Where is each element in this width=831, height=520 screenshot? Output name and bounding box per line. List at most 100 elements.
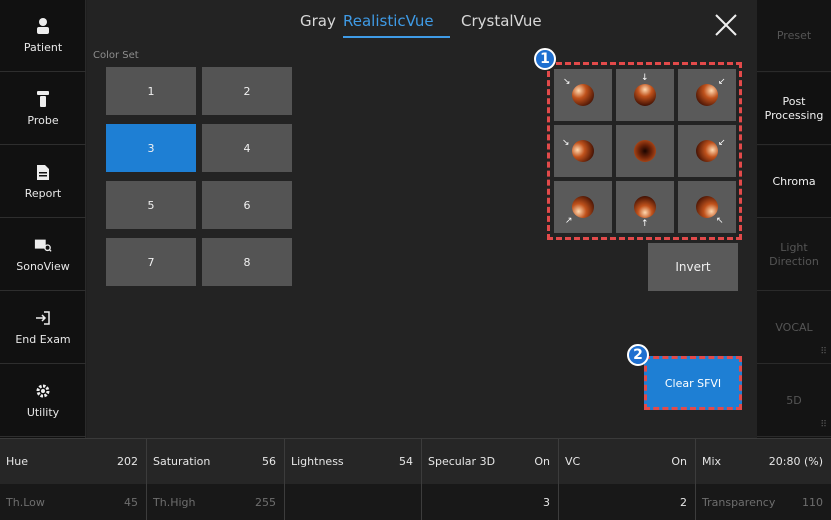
- sidebar-item-label: Utility: [26, 406, 60, 419]
- param-value: 110: [802, 496, 823, 509]
- param-lightness[interactable]: Lightness 54: [285, 439, 422, 484]
- param-vc[interactable]: VC On: [559, 439, 696, 484]
- right-sidebar: Preset Post Processing Chroma Light Dire…: [757, 0, 831, 438]
- param-empty: [285, 484, 422, 520]
- param-label: Th.High: [153, 496, 196, 509]
- light-direction-left[interactable]: ↘: [554, 125, 612, 177]
- sidebar-item-patient[interactable]: Patient: [0, 0, 86, 72]
- param-label: Specular 3D: [428, 455, 496, 468]
- param-label: VC: [565, 455, 581, 468]
- sidebar-item-label: End Exam: [15, 333, 71, 346]
- sidebar-item-label: Patient: [23, 41, 63, 54]
- color-set-button-3[interactable]: 3: [106, 124, 196, 172]
- param-label: Saturation: [153, 455, 211, 468]
- arrow-down-icon: ↓: [641, 73, 649, 83]
- probe-icon: [34, 90, 52, 108]
- sidebar-item-light-direction[interactable]: Light Direction: [757, 219, 831, 291]
- param-th-low[interactable]: Th.Low 45: [0, 484, 147, 520]
- param-label: Mix: [702, 455, 722, 468]
- document-icon: [34, 163, 52, 181]
- light-direction-bottom-right[interactable]: ↖: [678, 181, 736, 233]
- param-value: 3: [543, 496, 550, 509]
- sidebar-item-vocal[interactable]: VOCAL ⠿: [757, 292, 831, 364]
- gear-icon: [34, 382, 52, 400]
- color-set-label: Color Set: [93, 50, 139, 61]
- color-set-button-6[interactable]: 6: [202, 181, 292, 229]
- tab-realisticvue[interactable]: RealisticVue: [343, 12, 434, 30]
- param-label: Transparency: [702, 496, 776, 509]
- param-th-high[interactable]: Th.High 255: [147, 484, 285, 520]
- color-set-button-8[interactable]: 8: [202, 238, 292, 286]
- close-icon[interactable]: [713, 12, 739, 38]
- param-specular-3d-level[interactable]: 3: [422, 484, 559, 520]
- light-direction-bottom-left[interactable]: ↗: [554, 181, 612, 233]
- render-mode-tabs: Gray RealisticVue CrystalVue: [87, 6, 757, 38]
- param-label: Hue: [6, 455, 29, 468]
- sidebar-item-chroma[interactable]: Chroma: [757, 146, 831, 218]
- light-direction-top-left[interactable]: ↘: [554, 69, 612, 121]
- left-sidebar: Patient Probe Report SonoView End Exam U…: [0, 0, 86, 438]
- arrow-up-right-icon: ↗: [565, 216, 573, 226]
- light-direction-top-right[interactable]: ↙: [678, 69, 736, 121]
- param-saturation[interactable]: Saturation 56: [147, 439, 285, 484]
- arrow-down-left-icon: ↙: [718, 77, 726, 87]
- param-hue[interactable]: Hue 202: [0, 439, 147, 484]
- callout-badge-2: 2: [627, 344, 649, 366]
- light-direction-top[interactable]: ↓: [616, 69, 674, 121]
- sidebar-item-label: 5D: [786, 393, 802, 407]
- param-value: 56: [262, 455, 276, 468]
- light-direction-bottom[interactable]: ↑: [616, 181, 674, 233]
- sidebar-item-5d[interactable]: 5D ⠿: [757, 365, 831, 437]
- arrow-up-left-icon: ↖: [716, 216, 724, 226]
- param-value: On: [534, 455, 550, 468]
- more-dots-icon: ⠿: [820, 420, 827, 430]
- param-value: 202: [117, 455, 138, 468]
- color-set-button-7[interactable]: 7: [106, 238, 196, 286]
- light-direction-right[interactable]: ↙: [678, 125, 736, 177]
- param-value: On: [671, 455, 687, 468]
- sidebar-item-report[interactable]: Report: [0, 146, 86, 218]
- light-direction-grid: ↘ ↓ ↙ ↘ ↙ ↗ ↑ ↖: [547, 62, 742, 240]
- person-icon: [34, 17, 52, 35]
- tab-gray[interactable]: Gray: [300, 12, 336, 30]
- active-tab-underline: [343, 36, 450, 38]
- parameter-row-2: Th.Low 45 Th.High 255 3 2 Transparency 1…: [0, 484, 831, 520]
- sidebar-item-sonoview[interactable]: SonoView: [0, 219, 86, 291]
- sidebar-item-end-exam[interactable]: End Exam: [0, 292, 86, 364]
- color-set-button-2[interactable]: 2: [202, 67, 292, 115]
- sidebar-item-probe[interactable]: Probe: [0, 73, 86, 145]
- color-set-button-4[interactable]: 4: [202, 124, 292, 172]
- param-value: 255: [255, 496, 276, 509]
- param-mix[interactable]: Mix 20:80 (%): [696, 439, 831, 484]
- param-value: 45: [124, 496, 138, 509]
- color-set-button-1[interactable]: 1: [106, 67, 196, 115]
- sidebar-item-preset[interactable]: Preset: [757, 0, 831, 72]
- exit-icon: [34, 309, 52, 327]
- sidebar-item-post-processing[interactable]: Post Processing: [757, 73, 831, 145]
- param-vc-level[interactable]: 2: [559, 484, 696, 520]
- sidebar-item-label: VOCAL: [775, 320, 813, 334]
- parameter-row-1: Hue 202 Saturation 56 Lightness 54 Specu…: [0, 438, 831, 484]
- arrow-down-left-icon: ↙: [718, 138, 726, 148]
- param-transparency[interactable]: Transparency 110: [696, 484, 831, 520]
- color-set-button-5[interactable]: 5: [106, 181, 196, 229]
- light-direction-center[interactable]: [616, 125, 674, 177]
- sidebar-item-label: SonoView: [16, 260, 70, 273]
- arrow-up-icon: ↑: [641, 219, 649, 229]
- sidebar-item-label: Probe: [27, 114, 59, 127]
- param-label: Th.Low: [6, 496, 45, 509]
- image-search-icon: [34, 236, 52, 254]
- param-value: 20:80 (%): [768, 455, 823, 468]
- param-value: 2: [680, 496, 687, 509]
- invert-button[interactable]: Invert: [648, 243, 738, 291]
- sidebar-item-utility[interactable]: Utility: [0, 365, 86, 437]
- param-label: Lightness: [291, 455, 344, 468]
- callout-badge-1: 1: [534, 48, 556, 70]
- param-specular-3d[interactable]: Specular 3D On: [422, 439, 559, 484]
- param-value: 54: [399, 455, 413, 468]
- sidebar-item-label: Report: [24, 187, 62, 200]
- clear-sfvi-button[interactable]: Clear SFVI: [644, 356, 742, 410]
- more-dots-icon: ⠿: [820, 347, 827, 357]
- tab-crystalvue[interactable]: CrystalVue: [461, 12, 542, 30]
- main-panel: Gray RealisticVue CrystalVue Color Set 1…: [87, 0, 757, 438]
